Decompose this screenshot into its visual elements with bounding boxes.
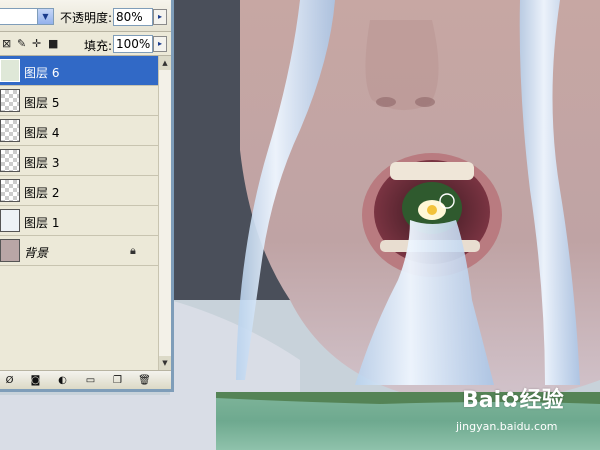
layer-name: 图层 4 [24,126,60,140]
layer-row[interactable]: 图层 2 [0,176,158,206]
layer-thumbnail [0,239,20,262]
link-layers-icon[interactable]: Ø [3,374,16,387]
layer-name: 背景 [24,246,49,260]
layer-thumbnail [0,89,20,112]
layer-thumbnail [0,59,20,82]
layer-row[interactable]: 图层 6 [0,56,158,86]
layer-thumbnail [0,179,20,202]
adjustment-layer-icon[interactable]: ◐ [56,374,69,387]
scroll-down-arrow-icon[interactable]: ▼ [159,356,171,370]
layer-name: 图层 5 [24,96,60,110]
delete-layer-icon[interactable]: 🗑︎ [138,374,151,387]
fill-input[interactable]: 100% [113,35,153,53]
layer-mask-icon[interactable]: ◙ [29,374,42,387]
layer-thumbnail [0,149,20,172]
background-layer-row[interactable]: 背景 🔒︎ [0,236,158,266]
layer-name: 图层 3 [24,156,60,170]
layer-name: 图层 6 [24,66,60,80]
layer-name: 图层 2 [24,186,60,200]
opacity-label: 不透明度: [60,11,113,25]
layers-scrollbar[interactable]: ▲ ▼ [158,56,171,370]
watermark-brand-suffix: 经验 [519,388,564,413]
new-group-icon[interactable]: ▭ [84,374,97,387]
layer-thumbnail [0,119,20,142]
lock-icon: 🔒︎ [130,244,136,257]
layer-row[interactable]: 图层 5 [0,86,158,116]
layers-bottom-toolbar: Ø ◙ ◐ ▭ ❐ 🗑︎ [0,370,171,389]
layer-thumbnail [0,209,20,232]
baidu-jingyan-watermark: Bai✿经验 jingyan.baidu.com [456,378,592,442]
lock-fill-row: ⊠ ✎ ✛ ■ 填充: 100% ▸ [0,32,171,56]
layer-name: 图层 1 [24,216,60,230]
brush-lock-icon[interactable]: ✎ [17,38,29,50]
fill-label: 填充: [84,39,113,53]
layer-row[interactable]: 图层 3 [0,146,158,176]
chevron-down-icon: ▼ [37,9,53,24]
watermark-brand-text: Bai [462,388,502,413]
opacity-input[interactable]: 80% [113,8,153,26]
watermark-brand: Bai✿经验 [462,382,564,414]
blend-opacity-row: ▼ 不透明度: 80% ▸ [0,0,171,32]
layer-row[interactable]: 图层 4 [0,116,158,146]
paw-icon: ✿ [501,388,520,413]
opacity-slider-button[interactable]: ▸ [153,9,167,25]
transparency-lock-icon[interactable]: ⊠ [2,38,14,50]
layer-list: 图层 6 图层 5 图层 4 图层 3 图层 2 图层 1 背景 🔒︎ [0,56,158,266]
move-lock-icon[interactable]: ✛ [32,38,44,50]
blend-mode-dropdown[interactable]: ▼ [0,8,54,25]
new-layer-icon[interactable]: ❐ [111,374,124,387]
scroll-up-arrow-icon[interactable]: ▲ [159,56,171,70]
all-lock-icon[interactable]: ■ [48,38,60,50]
layers-panel: ▼ 不透明度: 80% ▸ ⊠ ✎ ✛ ■ 填充: 100% ▸ 图层 6 图层… [0,0,174,392]
watermark-url: jingyan.baidu.com [456,420,558,433]
fill-slider-button[interactable]: ▸ [153,36,167,52]
layer-row[interactable]: 图层 1 [0,206,158,236]
